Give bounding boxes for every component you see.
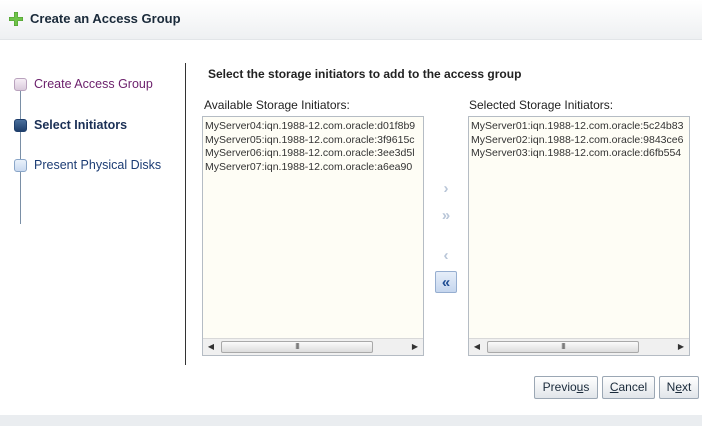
scroll-right-icon[interactable]: ▶ (407, 339, 423, 355)
dialog-header: Create an Access Group (0, 0, 702, 40)
remove-button[interactable]: ‹ (435, 244, 457, 266)
wizard-train: Create Access Group Select Initiators Pr… (0, 60, 185, 360)
scroll-thumb[interactable]: III (487, 341, 639, 353)
button-label: s (583, 380, 590, 394)
list-item[interactable]: MyServer05:iqn.1988-12.com.oracle:3f9615… (205, 134, 421, 148)
train-step-label: Select Initiators (34, 118, 128, 132)
train-step-create-access-group[interactable]: Create Access Group (14, 77, 153, 91)
remove-all-button[interactable]: « (435, 271, 457, 293)
list-item[interactable]: MyServer02:iqn.1988-12.com.oracle:9843ce… (471, 134, 687, 148)
train-step-select-initiators: Select Initiators (14, 118, 127, 132)
list-item[interactable]: MyServer06:iqn.1988-12.com.oracle:3ee3d5… (205, 147, 421, 161)
previous-button[interactable]: Previous (534, 376, 598, 399)
button-label: ancel (618, 380, 648, 394)
list-item[interactable]: MyServer03:iqn.1988-12.com.oracle:d6fb55… (471, 147, 687, 161)
list-item[interactable]: MyServer04:iqn.1988-12.com.oracle:d01f8b… (205, 120, 421, 134)
horizontal-scrollbar[interactable]: ◀ III ▶ (469, 338, 689, 355)
scroll-left-icon[interactable]: ◀ (203, 339, 219, 355)
move-button[interactable]: › (435, 177, 457, 199)
add-icon (9, 12, 23, 26)
button-label: xt (682, 380, 692, 394)
available-items: MyServer04:iqn.1988-12.com.oracle:d01f8b… (203, 117, 423, 338)
scroll-left-icon[interactable]: ◀ (469, 339, 485, 355)
available-initiators-list[interactable]: MyServer04:iqn.1988-12.com.oracle:d01f8b… (202, 116, 424, 356)
scroll-right-icon[interactable]: ▶ (673, 339, 689, 355)
step-visited-marker (14, 77, 27, 91)
train-step-present-physical-disks[interactable]: Present Physical Disks (14, 158, 161, 172)
dialog-title: Create an Access Group (30, 11, 181, 26)
horizontal-scrollbar[interactable]: ◀ III ▶ (203, 338, 423, 355)
scroll-thumb[interactable]: III (221, 341, 373, 353)
train-step-label: Create Access Group (34, 77, 153, 91)
chevron-right-icon: › (443, 179, 449, 197)
double-chevron-left-icon: « (441, 273, 451, 291)
chevron-left-icon: ‹ (443, 246, 449, 264)
list-item[interactable]: MyServer07:iqn.1988-12.com.oracle:a6ea90 (205, 161, 421, 175)
selected-items: MyServer01:iqn.1988-12.com.oracle:5c24b8… (469, 117, 689, 338)
double-chevron-right-icon: » (441, 206, 451, 224)
next-button[interactable]: Next (659, 376, 699, 399)
step-current-marker (14, 118, 27, 132)
dialog-footer (0, 415, 702, 426)
train-connector (20, 84, 21, 224)
available-list-label: Available Storage Initiators: (204, 98, 350, 112)
step-next-marker (14, 158, 27, 172)
list-item[interactable]: MyServer01:iqn.1988-12.com.oracle:5c24b8… (471, 120, 687, 134)
button-label: N (666, 380, 676, 394)
selected-initiators-list[interactable]: MyServer01:iqn.1988-12.com.oracle:5c24b8… (468, 116, 690, 356)
train-divider (185, 63, 186, 365)
button-mnemonic: e (675, 380, 682, 394)
button-label: Previo (542, 380, 577, 394)
move-all-button[interactable]: » (435, 204, 457, 226)
instruction-text: Select the storage initiators to add to … (208, 67, 522, 81)
cancel-button[interactable]: Cancel (602, 376, 655, 399)
train-step-label: Present Physical Disks (34, 158, 162, 172)
selected-list-label: Selected Storage Initiators: (469, 98, 614, 112)
